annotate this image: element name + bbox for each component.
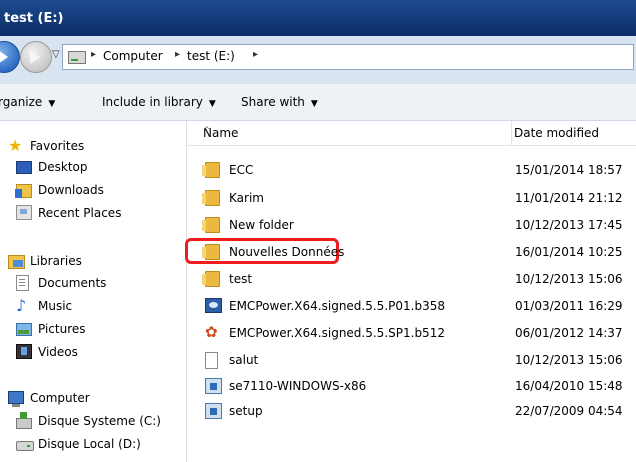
sidebar-item-label: Music xyxy=(38,299,73,313)
navigation-pane: ★ Favorites Desktop Downloads Recent Pla… xyxy=(0,121,187,462)
file-name: ECC xyxy=(229,163,254,177)
file-list: Name ^ Date modified ECC 15/01/2014 18:5… xyxy=(185,121,636,462)
dropdown-arrow-icon: ▼ xyxy=(310,99,318,109)
folder-icon xyxy=(202,162,220,178)
sidebar-item-label: Downloads xyxy=(38,183,104,197)
file-row[interactable]: se7110-WINDOWS-x86 16/04/2010 15:48 xyxy=(187,375,636,397)
navigation-bar: ▽ ▸ Computer ▸ test (E:) ▸ xyxy=(0,36,636,84)
breadcrumb-separator-icon[interactable]: ▸ xyxy=(175,49,180,60)
file-date-modified: 01/03/2011 16:29 xyxy=(515,299,623,313)
window-title: test (E:) xyxy=(4,11,64,26)
dropdown-arrow-icon: ▼ xyxy=(48,99,56,109)
sidebar-item-label: Documents xyxy=(38,276,107,290)
sort-ascending-icon: ^ xyxy=(203,126,211,136)
file-date-modified: 22/07/2009 04:54 xyxy=(515,404,623,418)
include-label: Include in library xyxy=(102,95,203,109)
installer-icon xyxy=(205,298,222,313)
file-name: salut xyxy=(229,353,259,367)
date-modified-column-header[interactable]: Date modified xyxy=(514,126,599,140)
folder-icon xyxy=(202,244,220,260)
desktop-icon xyxy=(16,161,32,174)
back-button[interactable] xyxy=(0,41,20,73)
folder-icon xyxy=(202,271,220,287)
pictures-icon xyxy=(16,323,32,336)
breadcrumb-separator-icon[interactable]: ▸ xyxy=(91,49,96,60)
file-date-modified: 10/12/2013 17:45 xyxy=(515,218,623,232)
star-icon: ★ xyxy=(8,136,23,155)
file-date-modified: 10/12/2013 15:06 xyxy=(515,272,623,286)
file-row[interactable]: EMCPower.X64.signed.5.5.P01.b358 01/03/2… xyxy=(187,295,636,317)
file-name: Nouvelles Données xyxy=(229,245,345,259)
file-row[interactable]: test 10/12/2013 15:06 xyxy=(187,268,636,290)
share-with-button[interactable]: Share with ▼ xyxy=(241,95,318,109)
sidebar-item-label: Pictures xyxy=(38,322,86,336)
sidebar-item-label: Favorites xyxy=(30,139,85,153)
file-row[interactable]: ✿ EMCPower.X64.signed.5.5.SP1.b512 06/01… xyxy=(187,322,636,344)
file-name: setup xyxy=(229,404,263,418)
file-row[interactable]: New folder 10/12/2013 17:45 xyxy=(187,214,636,236)
recent-pages-dropdown-icon[interactable]: ▽ xyxy=(52,49,60,60)
address-bar[interactable]: ▸ Computer ▸ test (E:) ▸ xyxy=(62,44,634,70)
column-header-row: Name ^ Date modified xyxy=(187,121,636,146)
breadcrumb-computer[interactable]: Computer xyxy=(103,49,163,63)
file-name: New folder xyxy=(229,218,294,232)
file-name: test xyxy=(229,272,253,286)
folder-icon xyxy=(202,217,220,233)
sidebar-item-label: Libraries xyxy=(30,254,82,268)
organize-label: rganize xyxy=(0,95,43,109)
explorer-window: test (E:) ▽ ▸ Computer ▸ test (E:) ▸ rga… xyxy=(0,0,636,462)
file-row[interactable]: Karim 11/01/2014 21:12 xyxy=(187,187,636,209)
title-bar[interactable]: test (E:) xyxy=(0,0,636,36)
sidebar-item-label: Computer xyxy=(30,391,90,405)
forward-button[interactable] xyxy=(20,41,52,73)
forward-arrow-icon xyxy=(30,50,40,64)
downloads-folder-icon xyxy=(15,184,32,198)
file-date-modified: 06/01/2012 14:37 xyxy=(515,326,623,340)
recent-places-icon xyxy=(16,205,32,220)
text-file-icon xyxy=(205,352,218,369)
documents-icon xyxy=(16,275,29,291)
sidebar-item-label: Videos xyxy=(38,345,78,359)
videos-icon xyxy=(16,344,32,359)
file-row[interactable]: ECC 15/01/2014 18:57 xyxy=(187,159,636,181)
share-label: Share with xyxy=(241,95,305,109)
setup-icon xyxy=(205,403,222,419)
name-column-header[interactable]: Name ^ xyxy=(187,121,512,145)
file-date-modified: 16/01/2014 10:25 xyxy=(515,245,623,259)
setup-icon xyxy=(205,378,222,394)
sidebar-item-label: Disque Local (D:) xyxy=(38,437,141,451)
organize-button[interactable]: rganize ▼ xyxy=(0,95,55,109)
file-date-modified: 10/12/2013 15:06 xyxy=(515,353,623,367)
drive-icon xyxy=(16,441,34,451)
file-date-modified: 16/04/2010 15:48 xyxy=(515,379,623,393)
file-name: EMCPower.X64.signed.5.5.P01.b358 xyxy=(229,299,445,313)
file-date-modified: 11/01/2014 21:12 xyxy=(515,191,623,205)
include-in-library-button[interactable]: Include in library ▼ xyxy=(102,95,216,109)
libraries-icon xyxy=(8,255,25,269)
sidebar-item-label: Desktop xyxy=(38,160,88,174)
system-drive-icon xyxy=(16,412,32,429)
folder-icon xyxy=(202,190,220,206)
file-row-highlighted[interactable]: Nouvelles Données 16/01/2014 10:25 xyxy=(185,238,636,264)
breadcrumb-drive[interactable]: test (E:) xyxy=(187,49,235,63)
leaf-icon: ✿ xyxy=(205,323,218,341)
sidebar-item-label: Disque Systeme (C:) xyxy=(38,414,161,428)
file-name: EMCPower.X64.signed.5.5.SP1.b512 xyxy=(229,326,445,340)
computer-icon xyxy=(8,391,24,407)
file-date-modified: 15/01/2014 18:57 xyxy=(515,163,623,177)
drive-icon xyxy=(68,51,86,64)
back-arrow-icon xyxy=(0,50,8,64)
music-icon: ♪ xyxy=(16,296,27,315)
file-row[interactable]: salut 10/12/2013 15:06 xyxy=(187,349,636,371)
breadcrumb-separator-icon[interactable]: ▸ xyxy=(253,49,258,60)
file-row[interactable]: setup 22/07/2009 04:54 xyxy=(187,400,636,422)
command-toolbar: rganize ▼ Include in library ▼ Share with ▼ xyxy=(0,84,636,121)
file-name: Karim xyxy=(229,191,264,205)
file-name: se7110-WINDOWS-x86 xyxy=(229,379,367,393)
sidebar-item-label: Recent Places xyxy=(38,206,122,220)
dropdown-arrow-icon: ▼ xyxy=(208,99,216,109)
